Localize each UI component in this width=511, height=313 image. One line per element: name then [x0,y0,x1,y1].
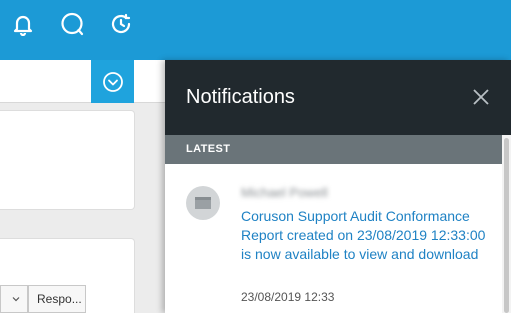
panel-title: Notifications [186,86,295,108]
chevron-down-icon [12,297,20,302]
section-header: LATEST [165,135,502,164]
expand-toggle-button[interactable] [91,60,134,103]
chat-bubble-icon[interactable] [58,10,86,38]
avatar [186,186,220,220]
close-button[interactable] [470,86,492,108]
bell-icon[interactable] [9,10,37,38]
sender-name: Michael Powell [241,185,328,200]
notification-sender: Michael Powell [241,184,351,200]
notification-timestamp: 23/08/2019 12:33 [241,290,335,304]
document-icon [195,197,211,209]
history-clock-icon[interactable] [107,10,135,38]
scrollbar-thumb[interactable] [504,138,509,313]
section-label: LATEST [186,143,231,155]
table-column-header[interactable]: Respo... [28,285,86,313]
notification-message[interactable]: Coruson Support Audit Conformance Report… [241,207,486,264]
close-icon [473,89,489,105]
sub-toolbar [0,60,165,103]
background-card [0,110,135,210]
top-navigation-bar [0,0,511,60]
notifications-panel: Notifications LATEST Michael Powell Coru… [165,60,511,313]
column-dropdown[interactable] [0,285,28,313]
notification-item[interactable]: Michael Powell Coruson Support Audit Con… [165,164,502,313]
panel-header: Notifications [165,60,511,135]
column-header-label: Respo... [37,292,82,306]
